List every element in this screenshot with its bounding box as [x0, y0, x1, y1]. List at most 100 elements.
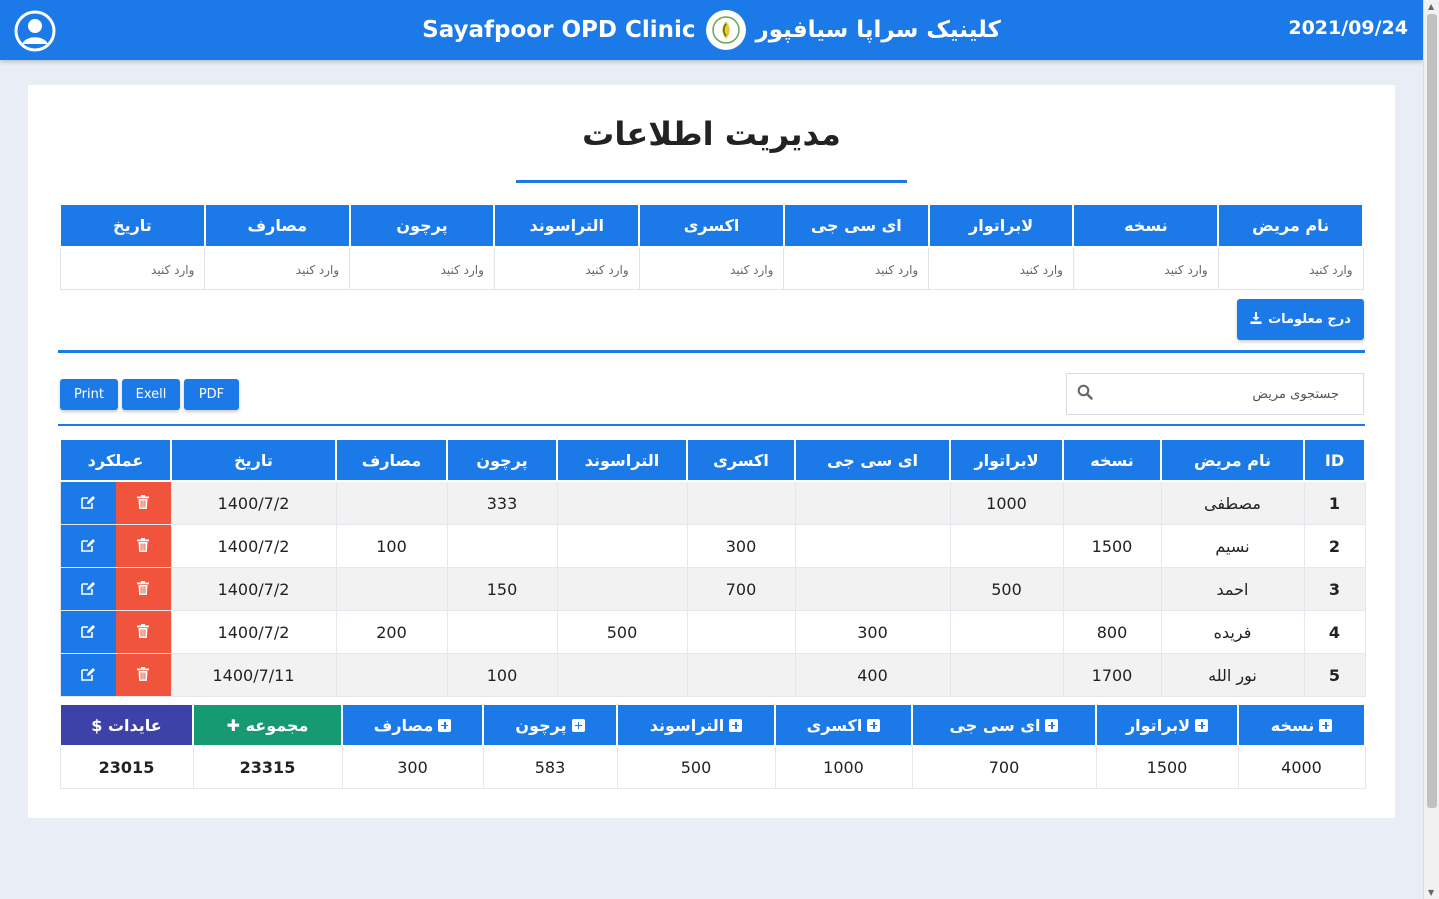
form-header-date: تاریخ — [59, 203, 206, 248]
cell-ecg — [794, 524, 951, 568]
delete-button[interactable] — [115, 611, 171, 653]
date-input[interactable] — [70, 262, 195, 277]
expenses-input[interactable] — [215, 262, 340, 277]
sum-header-expenses[interactable]: مصارف — [341, 703, 484, 747]
table-row: 1 مصطفی 1000 333 1400/7/2 — [59, 480, 1366, 525]
sum-header-label: پرچون — [515, 715, 567, 735]
col-header-ultrasound: التراسوند — [556, 438, 688, 482]
edit-button[interactable] — [60, 568, 116, 610]
sum-header-ecg[interactable]: ای سی جی — [911, 703, 1097, 747]
edit-button[interactable] — [60, 482, 116, 524]
edit-icon — [80, 580, 96, 599]
col-header-actions: عملکرد — [59, 438, 172, 482]
page-title: مدیریت اطلاعات — [582, 115, 841, 153]
delete-button[interactable] — [115, 568, 171, 610]
cell-actions — [59, 610, 172, 654]
edit-button[interactable] — [60, 654, 116, 696]
cell-laboratory: 500 — [949, 567, 1064, 611]
header-date: 2021/09/24 — [1288, 17, 1408, 39]
cell-actions — [59, 653, 172, 697]
cell-prescription: 1500 — [1062, 524, 1162, 568]
scroll-up-icon[interactable]: ▲ — [1428, 2, 1434, 11]
cell-retail — [446, 524, 558, 568]
col-header-patient-name: نام مریض — [1160, 438, 1305, 482]
cell-id: 3 — [1303, 567, 1366, 611]
sum-header-label: ای سی جی — [949, 715, 1041, 735]
cell-laboratory — [949, 653, 1064, 697]
cell-retail — [446, 610, 558, 654]
sum-header-retail[interactable]: پرچون — [482, 703, 618, 747]
cell-prescription: 800 — [1062, 610, 1162, 654]
laboratory-input[interactable] — [939, 262, 1063, 277]
plus-square-icon — [571, 718, 585, 732]
cell-date: 1400/7/2 — [170, 567, 337, 611]
trash-icon — [137, 580, 149, 599]
insert-button-label: درج معلومات — [1268, 312, 1351, 327]
cell-ultrasound — [556, 567, 688, 611]
plus-square-icon — [1045, 718, 1059, 732]
sum-header-label: التراسوند — [649, 715, 725, 735]
cell-ecg: 400 — [794, 653, 951, 697]
plus-icon: ✚ — [226, 715, 240, 735]
sum-header-label: مصارف — [373, 715, 434, 735]
table-row: 2 نسیم 1500 300 100 1400/7/2 — [59, 524, 1366, 568]
sum-header-label: لابراتوار — [1125, 715, 1191, 735]
cell-date: 1400/7/2 — [170, 480, 337, 525]
cell-date: 1400/7/2 — [170, 610, 337, 654]
col-header-retail: پرچون — [446, 438, 558, 482]
ultrasound-input[interactable] — [504, 262, 629, 277]
cell-xray: 700 — [686, 567, 796, 611]
cell-retail: 150 — [446, 567, 558, 611]
cell-expenses: 200 — [335, 610, 448, 654]
delete-button[interactable] — [115, 482, 171, 524]
sum-value-expenses: 300 — [341, 745, 484, 789]
ecg-input[interactable] — [794, 262, 919, 277]
sum-header-laboratory[interactable]: لابراتوار — [1095, 703, 1239, 747]
xray-input[interactable] — [649, 262, 774, 277]
cell-ultrasound — [556, 480, 688, 525]
cell-id: 5 — [1303, 653, 1366, 697]
col-header-date: تاریخ — [170, 438, 337, 482]
cell-expenses — [335, 653, 448, 697]
edit-button[interactable] — [60, 611, 116, 653]
search-box — [1066, 373, 1364, 415]
clinic-logo-icon — [705, 10, 746, 50]
cell-patient-name: فریده — [1160, 610, 1305, 654]
excel-button[interactable]: Exell — [122, 379, 180, 410]
insert-data-button[interactable]: درج معلومات — [1237, 299, 1364, 340]
search-icon[interactable] — [1077, 384, 1093, 404]
clinic-title-en: Sayafpoor OPD Clinic — [422, 17, 696, 43]
cell-actions — [59, 524, 172, 568]
print-button[interactable]: Print — [60, 379, 118, 410]
plus-square-icon — [729, 718, 743, 732]
col-header-xray: اکسری — [686, 438, 796, 482]
cell-ultrasound: 500 — [556, 610, 688, 654]
plus-square-icon — [1195, 718, 1209, 732]
sum-header-prescription[interactable]: نسخه — [1237, 703, 1366, 747]
pdf-button[interactable]: PDF — [184, 379, 239, 410]
sum-header-xray[interactable]: اکسری — [774, 703, 913, 747]
sum-header-income: عایدات $ — [59, 703, 194, 747]
scroll-down-icon[interactable]: ▼ — [1428, 888, 1434, 897]
prescription-input[interactable] — [1083, 262, 1208, 277]
cell-laboratory — [949, 610, 1064, 654]
delete-button[interactable] — [115, 654, 171, 696]
sum-value-income: 23015 — [59, 745, 194, 789]
trash-icon — [137, 623, 149, 642]
cell-laboratory: 1000 — [949, 480, 1064, 525]
edit-button[interactable] — [60, 525, 116, 567]
retail-input[interactable] — [360, 262, 484, 277]
cell-xray — [686, 480, 796, 525]
patient-name-input[interactable] — [1228, 262, 1353, 277]
cell-patient-name: نور الله — [1160, 653, 1305, 697]
table-row: 4 فریده 800 300 500 200 1400/7/2 — [59, 610, 1366, 654]
col-header-expenses: مصارف — [335, 438, 448, 482]
delete-button[interactable] — [115, 525, 171, 567]
trash-icon — [137, 494, 149, 513]
sum-header-ultrasound[interactable]: التراسوند — [616, 703, 776, 747]
sum-value-prescription: 4000 — [1237, 745, 1366, 789]
page-scrollbar[interactable]: ▲ ▼ — [1423, 0, 1439, 899]
scrollbar-thumb[interactable] — [1427, 14, 1437, 808]
search-input[interactable] — [1093, 386, 1353, 402]
cell-ultrasound — [556, 653, 688, 697]
